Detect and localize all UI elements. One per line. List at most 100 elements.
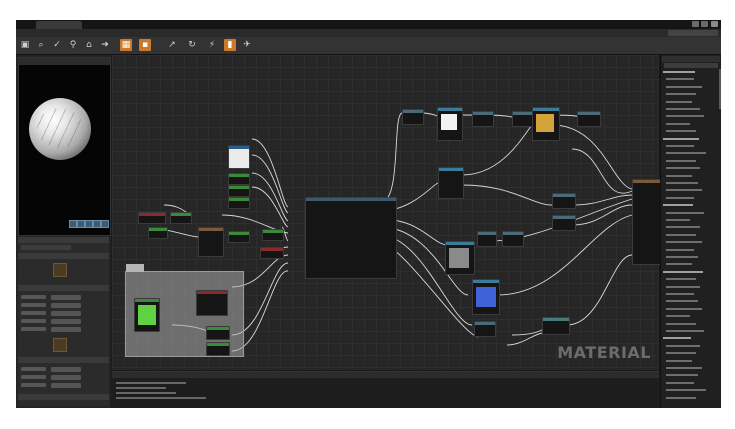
constant-node[interactable] bbox=[262, 229, 284, 241]
translucency-section-header[interactable] bbox=[18, 357, 109, 363]
apply-icon[interactable]: ✓ bbox=[51, 39, 63, 51]
palette-item[interactable] bbox=[666, 300, 698, 303]
palette-item[interactable] bbox=[666, 159, 696, 162]
material-node[interactable] bbox=[542, 317, 570, 335]
palette-item[interactable] bbox=[666, 93, 696, 96]
palette-item[interactable] bbox=[663, 204, 693, 207]
save-icon[interactable]: ▣ bbox=[19, 39, 31, 51]
property-value[interactable] bbox=[51, 367, 81, 372]
palette-item[interactable] bbox=[666, 100, 692, 103]
comment-box[interactable] bbox=[125, 264, 244, 357]
palette-item[interactable] bbox=[666, 293, 694, 295]
material-node[interactable] bbox=[474, 321, 496, 337]
palette-search-input[interactable] bbox=[664, 63, 718, 68]
palette-item[interactable] bbox=[666, 367, 702, 369]
property-value[interactable] bbox=[51, 327, 81, 332]
palette-item[interactable] bbox=[666, 241, 702, 244]
browse-icon[interactable]: ⌕ bbox=[35, 39, 47, 51]
home-icon[interactable]: ⌂ bbox=[83, 39, 95, 51]
property-value[interactable] bbox=[51, 295, 81, 300]
parameter-node[interactable] bbox=[260, 247, 284, 259]
palette-item[interactable] bbox=[666, 130, 696, 133]
property-value[interactable] bbox=[51, 303, 81, 308]
maximize-button[interactable] bbox=[701, 21, 708, 27]
texture-thumbnail[interactable] bbox=[53, 338, 67, 352]
preview-viewport[interactable] bbox=[18, 57, 111, 236]
palette-item[interactable] bbox=[666, 278, 696, 281]
help-search-input[interactable] bbox=[668, 30, 718, 36]
stats-tab[interactable] bbox=[112, 372, 659, 378]
editor-tab[interactable] bbox=[36, 21, 82, 29]
texture-sample-node[interactable] bbox=[445, 241, 475, 275]
texture-sample-node[interactable] bbox=[437, 107, 463, 141]
palette-item[interactable] bbox=[666, 189, 702, 192]
constant-node[interactable] bbox=[228, 173, 250, 185]
palette-item[interactable] bbox=[666, 248, 694, 251]
property-value[interactable] bbox=[51, 319, 81, 324]
material-node[interactable] bbox=[402, 109, 424, 125]
palette-item[interactable] bbox=[666, 315, 690, 318]
constant-node[interactable] bbox=[228, 185, 250, 197]
constant-node[interactable] bbox=[170, 212, 192, 224]
palette-item[interactable] bbox=[666, 389, 706, 392]
palette-item[interactable] bbox=[666, 233, 696, 236]
constant-node[interactable] bbox=[206, 342, 230, 356]
palette-item[interactable] bbox=[666, 108, 700, 110]
material-node[interactable] bbox=[552, 215, 576, 231]
palette-item[interactable] bbox=[663, 270, 703, 273]
property-value[interactable] bbox=[51, 375, 81, 380]
usage-section-header[interactable] bbox=[18, 394, 109, 400]
palette-tab[interactable] bbox=[662, 56, 720, 62]
texture-sample-node[interactable] bbox=[532, 107, 560, 141]
palette-item[interactable] bbox=[666, 285, 700, 288]
palette-scrollbar[interactable] bbox=[719, 69, 721, 109]
constant-node[interactable] bbox=[228, 231, 250, 243]
texture-sample-node[interactable] bbox=[472, 279, 500, 315]
property-value[interactable] bbox=[51, 311, 81, 316]
texture-object-node[interactable] bbox=[228, 145, 250, 169]
details-tab[interactable] bbox=[18, 237, 109, 243]
palette-item[interactable] bbox=[666, 196, 694, 199]
material-node[interactable] bbox=[552, 193, 576, 209]
parameter-node[interactable] bbox=[138, 212, 166, 224]
mobile-icon[interactable]: ↗ bbox=[166, 39, 178, 51]
palette-item[interactable] bbox=[666, 174, 692, 177]
node-graph[interactable]: MATERIAL bbox=[112, 55, 666, 370]
preview-icon[interactable]: ▪ bbox=[139, 39, 151, 51]
palette-item[interactable] bbox=[666, 322, 696, 325]
palette-item[interactable] bbox=[666, 122, 690, 125]
sphere-icon[interactable] bbox=[77, 220, 85, 228]
parameter-node[interactable] bbox=[196, 290, 228, 316]
palette-item[interactable] bbox=[666, 167, 700, 170]
material-node[interactable] bbox=[472, 111, 494, 127]
palette-item[interactable] bbox=[666, 374, 698, 377]
constant-node[interactable] bbox=[148, 227, 168, 239]
palette-item[interactable] bbox=[663, 337, 691, 340]
cube-icon[interactable] bbox=[93, 220, 101, 228]
material-function-node[interactable] bbox=[305, 197, 397, 279]
teapot-icon[interactable] bbox=[101, 220, 109, 228]
constant-node[interactable] bbox=[206, 326, 230, 340]
palette-item[interactable] bbox=[666, 211, 704, 214]
palette-item[interactable] bbox=[666, 85, 702, 88]
palette-item[interactable] bbox=[666, 256, 698, 258]
stats-icon[interactable]: ▦ bbox=[120, 39, 132, 51]
material-section-header[interactable] bbox=[18, 253, 109, 259]
close-button[interactable] bbox=[711, 21, 718, 27]
plane-icon[interactable] bbox=[85, 220, 93, 228]
palette-item[interactable] bbox=[666, 115, 704, 118]
texture-thumbnail[interactable] bbox=[53, 263, 67, 277]
material-node[interactable] bbox=[477, 231, 497, 247]
clean-icon[interactable]: ⚡ bbox=[206, 39, 218, 51]
comment-header[interactable] bbox=[126, 264, 144, 272]
cylinder-icon[interactable] bbox=[69, 220, 77, 228]
material-node[interactable] bbox=[502, 231, 524, 247]
details-search-input[interactable] bbox=[21, 245, 71, 250]
palette-item[interactable] bbox=[666, 307, 702, 310]
palette-item[interactable] bbox=[666, 359, 692, 362]
highlight-icon[interactable]: ▮ bbox=[224, 39, 236, 51]
palette-item[interactable] bbox=[666, 182, 698, 184]
palette-item[interactable] bbox=[666, 396, 696, 399]
palette-item[interactable] bbox=[666, 219, 690, 221]
palette-item[interactable] bbox=[666, 226, 700, 229]
